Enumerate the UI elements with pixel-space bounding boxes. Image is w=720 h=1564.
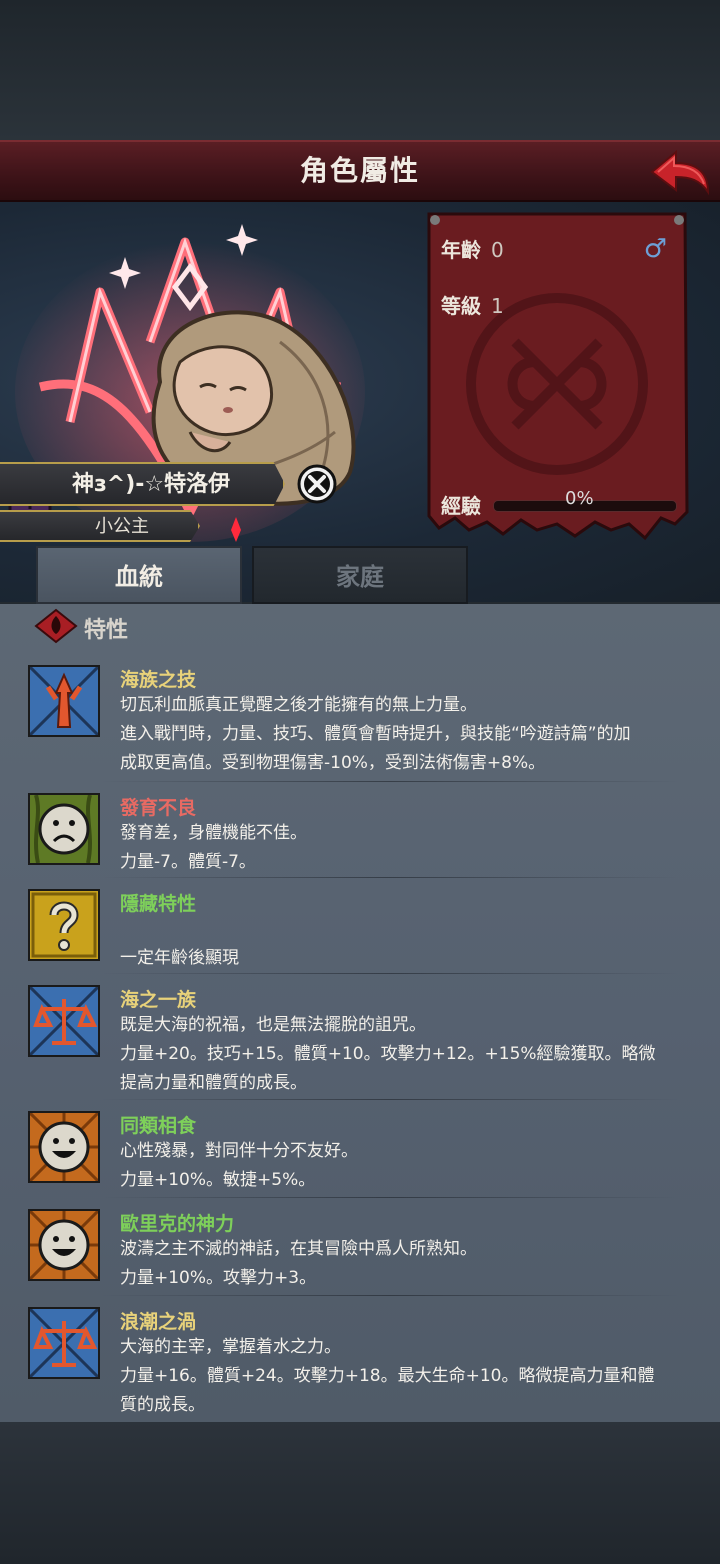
- trait-description-line: 力量+16。體質+24。攻擊力+18。最大生命+10。略微提高力量和體: [120, 1366, 655, 1386]
- close-icon[interactable]: [296, 463, 338, 505]
- trait-description: 心性殘暴，對同伴十分不友好。 力量+10%。敏捷+5%。: [120, 1137, 710, 1195]
- trait-description-line: 一定年齡後顯現: [120, 948, 239, 968]
- stats-panel: 年齡 0 ♂ 等級 1 經驗 0%: [425, 212, 689, 542]
- question-mark-icon: [28, 889, 100, 961]
- male-gender-icon: ♂: [643, 234, 667, 264]
- age-stat: 年齡 0: [441, 234, 504, 263]
- back-arrow-icon[interactable]: [648, 146, 712, 198]
- scales-icon: [28, 1307, 100, 1379]
- trait-description-line: 成取更高值。受到物理傷害-10%，受到法術傷害+8%。: [120, 753, 546, 773]
- trait-description-line: 心性殘暴，對同伴十分不友好。: [120, 1141, 358, 1161]
- character-name[interactable]: 神з^)-☆特洛伊: [72, 466, 230, 498]
- trait-description: 一定年齡後顯現: [120, 915, 710, 973]
- trait-name: 海族之技: [120, 669, 197, 691]
- trait-description-line: 既是大海的祝福，也是無法擺脫的詛咒。: [120, 1015, 426, 1035]
- trait-description-line: 力量+20。技巧+15。體質+10。攻擊力+12。+15%經驗獲取。略微: [120, 1044, 656, 1064]
- trait-description: 大海的主宰，掌握着水之力。力量+16。體質+24。攻擊力+18。最大生命+10。…: [120, 1333, 710, 1420]
- top-background: [0, 0, 720, 140]
- trait-description-line: 力量-7。體質-7。: [120, 852, 256, 872]
- trait-divider: [100, 1197, 680, 1198]
- title-bar: 角色屬性: [0, 140, 720, 202]
- trait-description-line: 進入戰鬥時，力量、技巧、體質會暫時提升，與技能“吟遊詩篇”的加: [120, 724, 631, 744]
- smile-face-icon: [28, 1111, 100, 1183]
- trait-divider: [100, 973, 680, 974]
- level-value: 1: [491, 294, 504, 318]
- trait-description-line: 波濤之主不滅的神話，在其冒險中爲人所熟知。: [120, 1239, 477, 1259]
- sea-trident-icon: [28, 665, 100, 737]
- age-value: 0: [491, 238, 504, 262]
- trait-description: 波濤之主不滅的神話，在其冒險中爲人所熟知。 力量+10%。攻擊力+3。: [120, 1235, 710, 1293]
- page-title: 角色屬性: [299, 154, 420, 187]
- smile-face-icon: [28, 1209, 100, 1281]
- trait-description-line: 大海的主宰，掌握着水之力。: [120, 1337, 341, 1357]
- trait-description: 發育差，身體機能不佳。 力量-7。體質-7。: [120, 819, 710, 877]
- trait-name: 發育不良: [120, 797, 197, 819]
- trait-divider: [100, 781, 680, 782]
- trait-description-line: 發育差，身體機能不佳。: [120, 823, 307, 843]
- trait-name: 歐里克的神力: [120, 1213, 235, 1235]
- trait-divider: [100, 877, 680, 878]
- tab-family[interactable]: 家庭: [252, 546, 468, 604]
- trait-description-line: 力量+10%。攻擊力+3。: [120, 1268, 317, 1288]
- sad-face-icon: [28, 793, 100, 865]
- level-stat: 等級 1: [441, 290, 504, 319]
- character-title: 小公主: [95, 516, 149, 537]
- trait-divider: [100, 1295, 680, 1296]
- tab-bloodline[interactable]: 血統: [36, 546, 242, 604]
- trait-description: 既是大海的祝福，也是無法擺脫的詛咒。力量+20。技巧+15。體質+10。攻擊力+…: [120, 1011, 710, 1098]
- trait-description-line: 切瓦利血脈真正覺醒之後才能擁有的無上力量。: [120, 695, 477, 715]
- trait-name: 海之一族: [120, 989, 197, 1011]
- exp-label: 經驗: [441, 494, 481, 518]
- exp-value: 0%: [565, 488, 594, 509]
- trait-description-line: 力量+10%。敏捷+5%。: [120, 1170, 316, 1190]
- traits-section-title: 特性: [84, 618, 129, 643]
- trait-description: 切瓦利血脈真正覺醒之後才能擁有的無上力量。進入戰鬥時，力量、技巧、體質會暫時提升…: [120, 691, 710, 778]
- age-label: 年齡: [441, 238, 481, 262]
- trait-description-line: 提高力量和體質的成長。: [120, 1073, 307, 1093]
- trait-description-line: [120, 915, 710, 944]
- trait-description-line: 質的成長。: [120, 1395, 205, 1415]
- traits-flame-icon: [34, 608, 78, 644]
- bottom-background: [0, 1422, 720, 1564]
- trait-name: 浪潮之渦: [120, 1311, 197, 1333]
- scales-icon: [28, 985, 100, 1057]
- trait-name: 隱藏特性: [120, 893, 197, 915]
- trait-divider: [100, 1099, 680, 1100]
- level-label: 等級: [441, 294, 481, 318]
- trait-name: 同類相食: [120, 1115, 197, 1137]
